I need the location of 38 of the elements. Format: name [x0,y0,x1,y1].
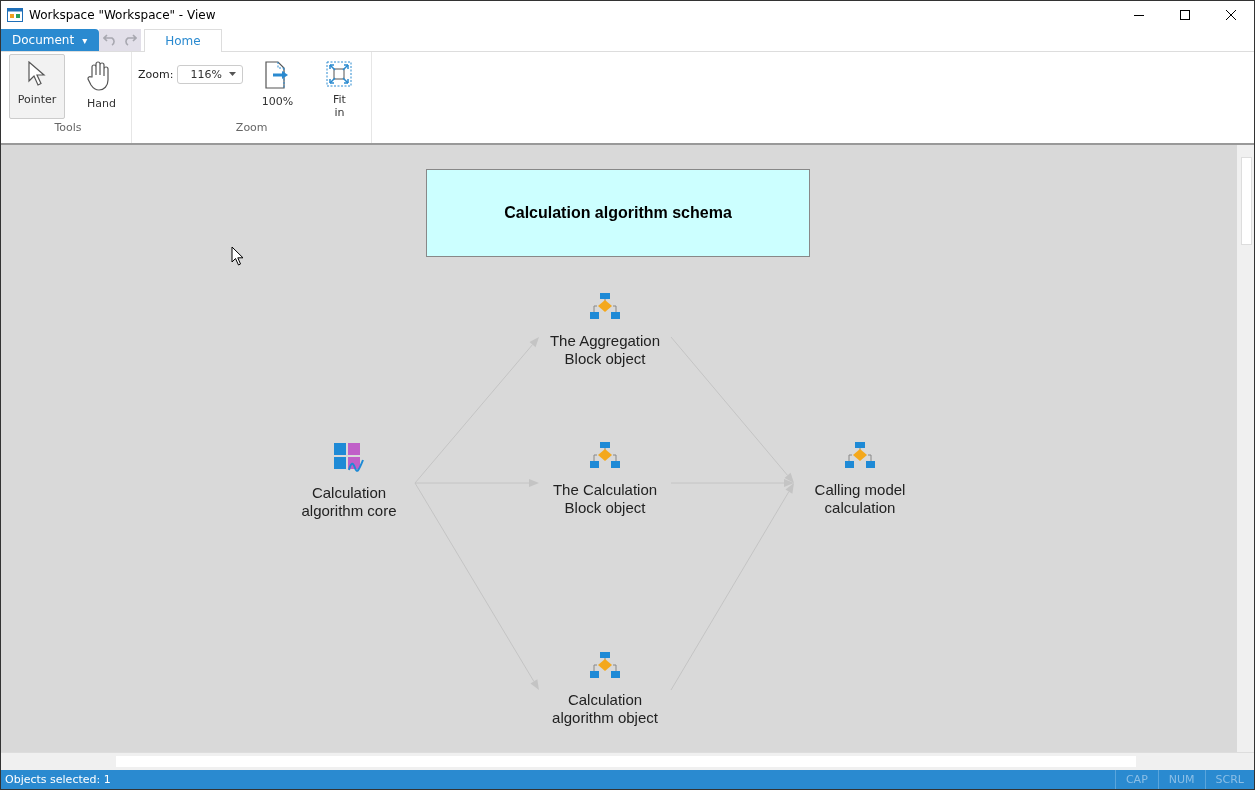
group-title: Tools [53,121,83,136]
status-indicator: CAP [1114,770,1158,789]
node-label: Calculation algorithm object [551,691,659,727]
status-indicator: SCRL [1204,770,1254,789]
flowchart-icon [590,441,620,469]
redo-button[interactable] [123,34,138,46]
ribbon-tab[interactable]: Home [144,29,222,52]
model-grid-icon [333,442,365,472]
diagram-title: Calculation algorithm schema [426,169,810,257]
app-icon [7,7,23,22]
node-label: The Aggregation Block object [548,332,662,368]
flowchart-icon [845,441,875,469]
hand-button[interactable]: Hand [71,54,127,119]
vertical-scrollbar[interactable] [1237,145,1254,752]
status-indicator: NUM [1157,770,1205,789]
fit-button[interactable]: Fit in [311,54,368,119]
maximize-icon [1180,9,1190,20]
flowchart-icon [590,292,620,320]
pointer-button[interactable]: Pointer [9,54,65,119]
actual-button[interactable]: 100% [249,54,306,119]
node-label: The Calculation Block object [551,481,659,517]
horizontal-scrollbar[interactable] [1,752,1254,770]
zoom-label: Zoom: [138,67,174,81]
window-title: Workspace "Workspace" - View [29,7,216,22]
close-icon [1226,9,1236,20]
node-label: Calling model calculation [813,481,907,517]
mouse-cursor-icon [231,246,244,266]
fit-to-window-icon [326,61,353,87]
undo-button[interactable] [103,34,118,46]
status-text: Objects selected: 1 [5,773,111,786]
dropdown-caret-icon [229,72,237,76]
pointer-icon [27,61,47,87]
node-label: Calculation algorithm core [300,484,398,520]
flowchart-icon [590,651,620,679]
document-menu-button[interactable]: Document ▾ [1,29,100,51]
hand-icon [86,61,112,91]
group-title: Zoom [234,121,269,136]
zoom-dropdown[interactable]: 116% [177,64,244,84]
